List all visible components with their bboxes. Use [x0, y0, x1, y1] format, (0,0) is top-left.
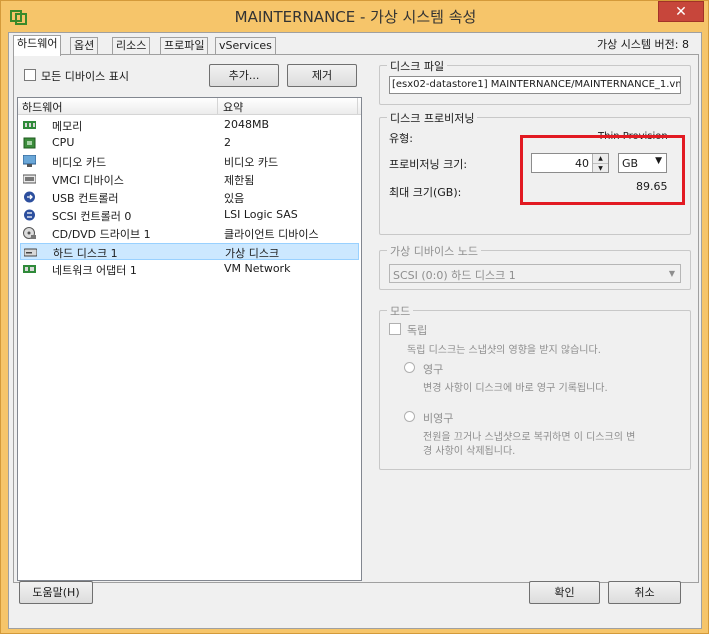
hardware-summary: 클라이언트 디바이스: [224, 228, 319, 241]
usb-icon: [24, 191, 35, 203]
memory-icon: [23, 121, 36, 129]
independent-label: 독립: [407, 324, 428, 337]
provisioned-size-label: 프로비저닝 크기:: [389, 158, 468, 171]
hardware-row-hard-disk[interactable]: 하드 디스크 1 가상 디스크: [20, 243, 359, 260]
hardware-row-cd-dvd[interactable]: CD/DVD 드라이브 1 클라이언트 디바이스: [20, 225, 359, 242]
close-button[interactable]: ✕: [658, 1, 704, 22]
hardware-summary: 가상 디스크: [225, 247, 280, 260]
show-all-devices-label: 모든 디바이스 표시: [41, 70, 129, 83]
dialog-client: 하드웨어 옵션 리소스 프로파일 vServices 가상 시스템 버전: 8 …: [8, 32, 702, 629]
tab-profiles[interactable]: 프로파일: [160, 37, 209, 55]
show-all-devices-checkbox[interactable]: [24, 69, 36, 81]
hardware-list: 하드웨어 요약 메모리 2048MB CPU 2 비디오 카드 비디오 카드 V…: [17, 97, 362, 581]
nonpersistent-description-line1: 전원을 끄거나 스냅샷으로 복귀하면 이 디스크의 변: [423, 432, 636, 443]
hardware-row-cpu[interactable]: CPU 2: [20, 135, 359, 152]
hardware-row-vmci[interactable]: VMCI 디바이스 제한됨: [20, 171, 359, 188]
disk-file-title: 디스크 파일: [387, 58, 448, 74]
hardware-summary: 2: [224, 136, 231, 149]
dialog-window: MAINTERNANCE - 가상 시스템 속성 ✕ 하드웨어 옵션 리소스 프…: [0, 0, 709, 634]
hardware-name: 비디오 카드: [52, 156, 107, 169]
virtual-device-node-value: SCSI (0:0) 하드 디스크 1: [393, 269, 516, 282]
tab-vservices[interactable]: vServices: [215, 37, 276, 55]
ok-button[interactable]: 확인: [529, 581, 600, 604]
hardware-row-scsi-controller[interactable]: SCSI 컨트롤러 0 LSI Logic SAS: [20, 207, 359, 224]
nonpersistent-radio[interactable]: [404, 411, 415, 422]
vm-version-label: 가상 시스템 버전: 8: [596, 38, 689, 51]
tab-options[interactable]: 옵션: [70, 37, 99, 55]
hardware-name: CD/DVD 드라이브 1: [52, 228, 151, 241]
persistent-label: 영구: [423, 363, 444, 376]
hardware-name: 메모리: [52, 120, 83, 133]
nonpersistent-label: 비영구: [423, 412, 454, 425]
mode-title: 모드: [387, 303, 414, 319]
vmci-icon: [23, 174, 36, 184]
persistent-radio[interactable]: [404, 362, 415, 373]
hardware-summary: 있음: [224, 192, 245, 205]
hardware-summary: 2048MB: [224, 118, 270, 131]
hardware-summary: 비디오 카드: [224, 156, 279, 169]
virtual-device-node-group: 가상 디바이스 노드 SCSI (0:0) 하드 디스크 1 ▼: [379, 243, 691, 290]
hardware-name: USB 컨트롤러: [52, 192, 119, 205]
hardware-name: 하드 디스크 1: [53, 247, 118, 260]
hardware-tab-panel: 모든 디바이스 표시 추가... 제거 하드웨어 요약 메모리 2048MB C: [13, 54, 699, 583]
hardware-name: VMCI 디바이스: [52, 174, 124, 187]
help-button[interactable]: 도움말(H): [19, 581, 93, 604]
cancel-button[interactable]: 취소: [608, 581, 681, 604]
independent-checkbox[interactable]: [389, 323, 401, 335]
harddisk-icon: [24, 248, 37, 257]
independent-description: 독립 디스크는 스냅샷의 영향을 받지 않습니다.: [407, 345, 601, 356]
hardware-summary: VM Network: [224, 262, 291, 275]
add-button[interactable]: 추가...: [209, 64, 279, 87]
network-icon: [23, 265, 36, 273]
provisioning-type-label: 유형:: [389, 132, 413, 145]
chevron-down-icon: ▼: [668, 269, 676, 278]
hardware-name: CPU: [52, 136, 75, 149]
tab-hardware[interactable]: 하드웨어: [13, 35, 62, 56]
cpu-icon: [23, 137, 36, 149]
hardware-summary: 제한됨: [224, 174, 255, 187]
tab-resources[interactable]: 리소스: [112, 37, 151, 55]
virtual-device-node-select[interactable]: SCSI (0:0) 하드 디스크 1 ▼: [389, 264, 681, 283]
column-divider[interactable]: [357, 98, 358, 115]
hardware-row-usb[interactable]: USB 컨트롤러 있음: [20, 189, 359, 206]
virtual-device-node-title: 가상 디바이스 노드: [387, 243, 481, 259]
hardware-name: 네트워크 어댑터 1: [52, 264, 137, 277]
hardware-summary: LSI Logic SAS: [224, 208, 298, 221]
disk-provisioning-title: 디스크 프로비저닝: [387, 110, 478, 126]
window-title: MAINTERNANCE - 가상 시스템 속성: [234, 8, 477, 26]
max-size-label: 최대 크기(GB):: [389, 186, 462, 199]
hardware-row-memory[interactable]: 메모리 2048MB: [20, 117, 359, 134]
annotation-highlight-box: [520, 135, 685, 205]
disk-file-field[interactable]: [esx02-datastore1] MAINTERNANCE/MAINTERN…: [389, 76, 681, 94]
hardware-row-network-adapter[interactable]: 네트워크 어댑터 1 VM Network: [20, 261, 359, 278]
hardware-row-video-card[interactable]: 비디오 카드 비디오 카드: [20, 153, 359, 170]
persistent-description: 변경 사항이 디스크에 바로 영구 기록됩니다.: [423, 383, 608, 394]
monitor-icon: [23, 155, 36, 167]
column-header-hardware[interactable]: 하드웨어: [22, 99, 62, 115]
disk-file-group: 디스크 파일 [esx02-datastore1] MAINTERNANCE/M…: [379, 58, 691, 105]
column-divider[interactable]: [217, 98, 218, 115]
remove-button[interactable]: 제거: [287, 64, 357, 87]
hardware-name: SCSI 컨트롤러 0: [52, 210, 132, 223]
scsi-icon: [24, 209, 35, 221]
mode-group: 모드 독립 독립 디스크는 스냅샷의 영향을 받지 않습니다. 영구 변경 사항…: [379, 303, 691, 470]
title-bar[interactable]: MAINTERNANCE - 가상 시스템 속성 ✕: [1, 1, 709, 33]
close-icon: ✕: [675, 4, 687, 20]
column-header-summary[interactable]: 요약: [223, 99, 243, 115]
cdrom-icon: [23, 227, 36, 239]
hardware-list-header: 하드웨어 요약: [18, 98, 361, 115]
nonpersistent-description-line2: 경 사항이 삭제됩니다.: [423, 446, 516, 457]
